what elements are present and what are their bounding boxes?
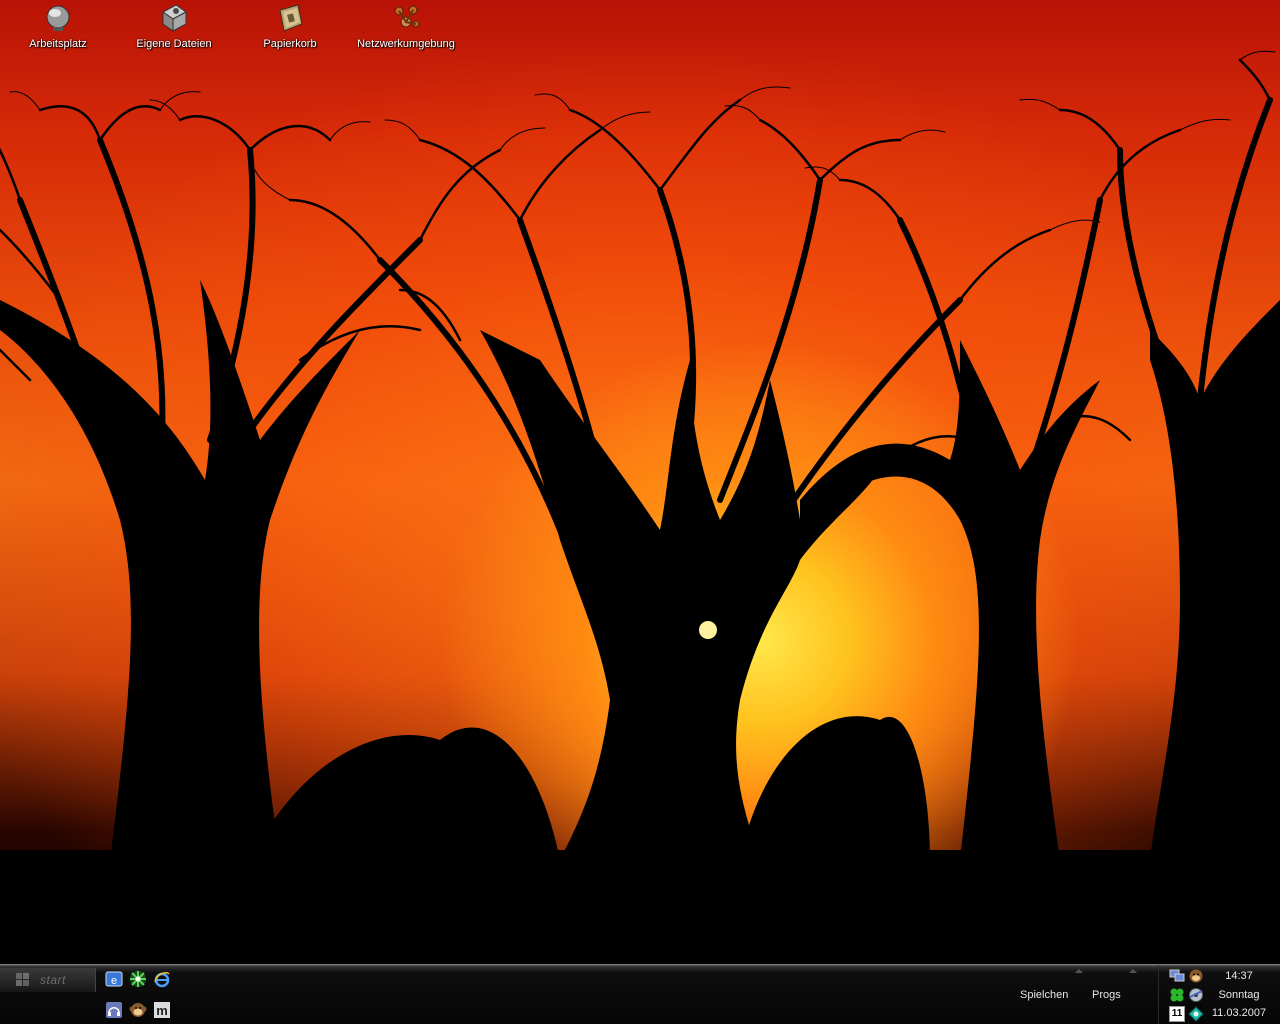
toolbar-games-label[interactable]: Spielchen — [1020, 989, 1068, 1001]
desktop-icon-network-places[interactable]: Netzwerkumgebung — [348, 2, 464, 50]
my-documents-icon — [158, 2, 190, 34]
toolbar-games-chevron-icon[interactable] — [1075, 969, 1083, 973]
toolbar-programs-label[interactable]: Progs — [1092, 989, 1121, 1001]
svg-text:m: m — [156, 1003, 168, 1018]
desktop-icon-my-computer[interactable]: Arbeitsplatz — [0, 2, 116, 50]
desktop-icon-label: Eigene Dateien — [136, 38, 212, 50]
network-monitor-icon[interactable] — [1169, 968, 1185, 984]
calendar-icon[interactable]: 11 — [1169, 1006, 1185, 1022]
baobab-silhouette — [0, 50, 1280, 964]
clock-time[interactable]: 14:37 — [1199, 970, 1279, 982]
toolbar-programs-chevron-icon[interactable] — [1129, 969, 1137, 973]
system-tray: 11 14:37 Sonntag 11.03.2007 — [1158, 965, 1280, 1024]
desktop-icon-label: Netzwerkumgebung — [357, 38, 455, 50]
my-computer-icon — [42, 2, 74, 34]
windows-logo-icon — [16, 973, 29, 986]
desktop-icon-label: Arbeitsplatz — [29, 38, 87, 50]
recycle-bin-icon — [274, 2, 306, 34]
sun-glow — [699, 621, 717, 639]
desktop-icon-label: Papierkorb — [263, 38, 317, 50]
svg-text:e: e — [111, 975, 117, 987]
desktop-wallpaper — [0, 0, 1280, 964]
headphones-app-icon[interactable] — [105, 1001, 123, 1019]
taskbar: start e m Spielchen Progs 11 14:37 Sonnt… — [0, 964, 1280, 1024]
start-label: start — [40, 973, 66, 987]
clover-icon[interactable] — [1169, 987, 1185, 1003]
email-client-icon[interactable]: e — [105, 970, 123, 988]
start-button[interactable]: start — [0, 968, 96, 992]
monkey-app-icon[interactable] — [129, 1001, 147, 1019]
desktop-icon-recycle-bin[interactable]: Papierkorb — [232, 2, 348, 50]
network-places-icon — [390, 2, 422, 34]
clock-weekday: Sonntag — [1218, 989, 1260, 1001]
internet-explorer-icon[interactable] — [153, 970, 171, 988]
clock-date: 11.03.2007 — [1211, 1007, 1267, 1019]
m-app-icon[interactable]: m — [153, 1001, 171, 1019]
green-star-app-icon[interactable] — [129, 970, 147, 988]
desktop-icon-my-documents[interactable]: Eigene Dateien — [116, 2, 232, 50]
